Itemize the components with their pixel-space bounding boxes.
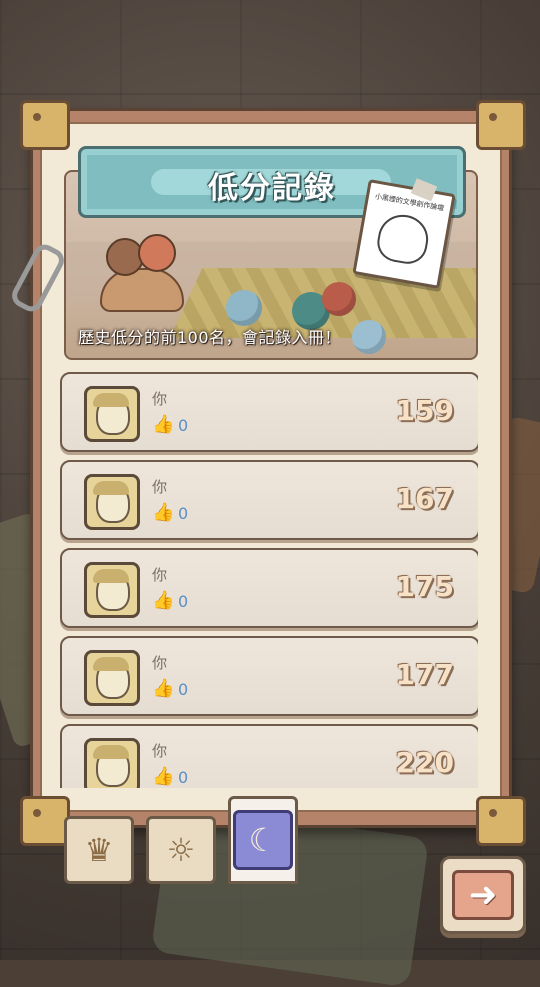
- thumbs-up-icon[interactable]: 👍: [152, 592, 174, 610]
- right-arrow-icon: ➜: [468, 875, 498, 915]
- like-count: 0: [178, 416, 189, 435]
- player-name: 你: [152, 478, 168, 496]
- player-name: 你: [152, 390, 168, 408]
- player-avatar-icon[interactable]: [84, 650, 140, 706]
- sun-face-icon: ☼: [166, 831, 196, 869]
- player-avatar-icon[interactable]: [84, 474, 140, 530]
- player-name: 你: [152, 742, 168, 760]
- tied-dolls-icon: [100, 234, 190, 318]
- player-name: 你: [152, 654, 168, 672]
- banner-caption: 歷史低分的前100名，會記錄入冊！: [78, 328, 342, 347]
- tab-sun[interactable]: ☼: [146, 816, 216, 884]
- player-avatar-icon[interactable]: [84, 386, 140, 442]
- ball-icon: [322, 282, 356, 316]
- crown-icon: ♛: [84, 831, 114, 869]
- corner-bracket: [476, 100, 526, 150]
- record-row[interactable]: 你 👍 0 220: [60, 724, 478, 788]
- corner-bracket: [476, 796, 526, 846]
- record-list[interactable]: 你 👍 0 159 你 👍 0 167 你 👍 0 175 你 👍 0 177 …: [60, 370, 478, 788]
- tab-moon[interactable]: ☾: [228, 796, 298, 884]
- like-count: 0: [178, 768, 189, 787]
- player-name: 你: [152, 566, 168, 584]
- record-row[interactable]: 你 👍 0 167: [60, 460, 478, 540]
- score: 177: [395, 658, 454, 691]
- ball-icon: [352, 320, 386, 354]
- ball-icon: [226, 290, 262, 326]
- thumbs-up-icon[interactable]: 👍: [152, 768, 174, 786]
- record-row[interactable]: 你 👍 0 175: [60, 548, 478, 628]
- record-row[interactable]: 你 👍 0 159: [60, 372, 478, 452]
- tab-crown[interactable]: ♛: [64, 816, 134, 884]
- like-count: 0: [178, 680, 189, 699]
- ghost-doodle-icon: [374, 210, 432, 267]
- next-button[interactable]: ➜: [440, 856, 526, 934]
- corner-bracket: [20, 796, 70, 846]
- player-avatar-icon[interactable]: [84, 738, 140, 788]
- score: 167: [395, 482, 454, 515]
- thumbs-up-icon[interactable]: 👍: [152, 416, 174, 434]
- like-count: 0: [178, 592, 189, 611]
- score: 175: [395, 570, 454, 603]
- note-text: 小黑煙的文學創作論壇: [374, 192, 445, 213]
- score: 159: [395, 394, 454, 427]
- record-row[interactable]: 你 👍 0 177: [60, 636, 478, 716]
- thumbs-up-icon[interactable]: 👍: [152, 680, 174, 698]
- sticker-note: 小黑煙的文學創作論壇: [352, 178, 456, 289]
- thumbs-up-icon[interactable]: 👍: [152, 504, 174, 522]
- moon-face-icon: ☾: [248, 821, 278, 859]
- like-count: 0: [178, 504, 189, 523]
- corner-bracket: [20, 100, 70, 150]
- score: 220: [395, 746, 454, 779]
- player-avatar-icon[interactable]: [84, 562, 140, 618]
